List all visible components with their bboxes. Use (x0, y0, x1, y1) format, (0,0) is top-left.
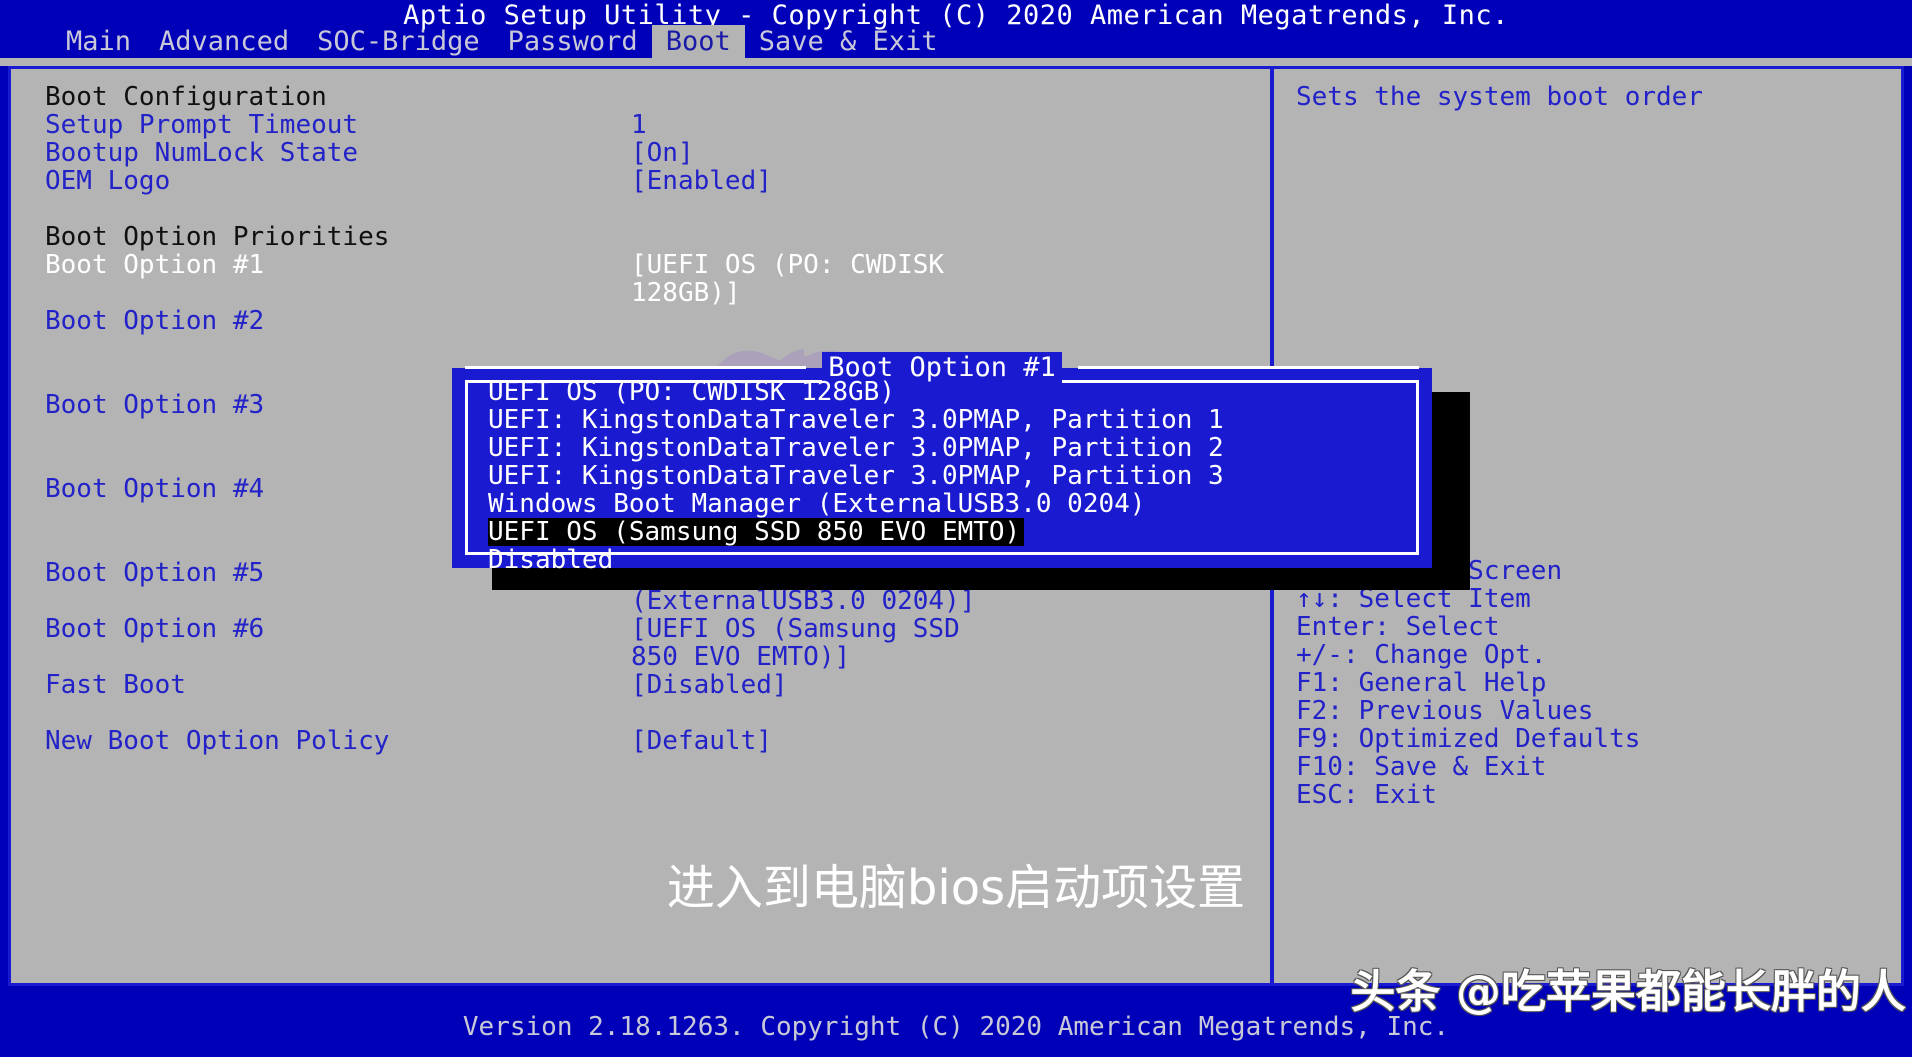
menu-bar: Main Advanced SOC-Bridge Password Boot Save &… (0, 25, 1912, 59)
help-key-line: ESC: Exit (1296, 780, 1437, 810)
boot-option-row[interactable]: Windows Boot Manager (ExternalUSB3.0 020… (488, 490, 1418, 518)
boot-option-row[interactable]: UEFI OS (Samsung SSD 850 EVO EMTO) (488, 518, 1418, 546)
help-key-line: F10: Save & Exit (1296, 752, 1547, 782)
help-key-line: F2: Previous Values (1296, 696, 1594, 726)
row-spacer (45, 195, 1270, 223)
setting-row[interactable]: Setup Prompt Timeout 1 (45, 111, 1270, 139)
setting-value: 850 EVO EMTO)] (631, 642, 851, 672)
setting-value: [On] (631, 138, 694, 168)
channel-watermark: 头条 @吃苹果都能长胖的人 (1350, 965, 1906, 1018)
setting-value: [Enabled] (631, 166, 772, 196)
setting-value: [Default] (631, 726, 772, 756)
video-subtitle: 进入到电脑bios启动项设置 (666, 860, 1246, 916)
boot-option-row[interactable]: UEFI: KingstonDataTraveler 3.0PMAP, Part… (488, 462, 1418, 490)
setting-label: Setup Prompt Timeout (45, 110, 359, 140)
setting-label: Boot Option #5 (45, 558, 265, 588)
setting-label: New Boot Option Policy (45, 726, 390, 756)
setting-row[interactable]: Boot Option #6 [UEFI OS (Samsung SSD (45, 615, 1270, 643)
setting-label: Boot Option #6 (45, 614, 265, 644)
menu-tab-password[interactable]: Password (494, 25, 652, 59)
menu-tab-main[interactable]: Main (52, 25, 145, 59)
boot-option-item[interactable]: UEFI OS (PO: CWDISK 128GB) (488, 378, 899, 406)
setting-value: [UEFI OS (Samsung SSD (631, 614, 960, 644)
help-key-line: F1: General Help (1296, 668, 1547, 698)
boot-option-item[interactable]: Disabled (488, 546, 617, 574)
setting-value: [Disabled] (631, 670, 788, 700)
boot-option-row[interactable]: Disabled (488, 546, 1418, 574)
boot-option-row[interactable]: UEFI OS (PO: CWDISK 128GB) (488, 378, 1418, 406)
menu-tab-advanced[interactable]: Advanced (145, 25, 303, 59)
boot-option-item[interactable]: Windows Boot Manager (ExternalUSB3.0 020… (488, 490, 1149, 518)
setting-label: Boot Option #3 (45, 390, 265, 420)
setting-row[interactable]: 850 EVO EMTO)] (45, 643, 1270, 671)
menu-tab-boot[interactable]: Boot (651, 25, 745, 59)
setting-label: Fast Boot (45, 670, 186, 700)
setting-value: (ExternalUSB3.0 0204)] (631, 586, 976, 616)
setting-label: Boot Option #2 (45, 306, 265, 336)
setting-row[interactable]: Boot Option #1 [UEFI OS (PO: CWDISK (45, 251, 1270, 279)
menu-tab-soc-bridge[interactable]: SOC-Bridge (303, 25, 494, 59)
help-key-line: +/-: Change Opt. (1296, 640, 1547, 670)
boot-option-item-selected[interactable]: UEFI OS (Samsung SSD 850 EVO EMTO) (488, 518, 1025, 546)
row-spacer (45, 335, 1270, 363)
setting-value: 128GB)] (631, 278, 741, 308)
setting-label: Boot Option #4 (45, 474, 265, 504)
help-key-list: →←: Select Screen↑↓: Select ItemEnter: S… (1296, 557, 1640, 809)
footer-version-text: Version 2.18.1263. Copyright (C) 2020 Am… (462, 1012, 1450, 1042)
setting-row[interactable]: Fast Boot [Disabled] (45, 671, 1270, 699)
boot-option-item[interactable]: UEFI: KingstonDataTraveler 3.0PMAP, Part… (488, 462, 1228, 490)
help-description: Sets the system boot order (1296, 82, 1703, 112)
setting-row[interactable]: New Boot Option Policy [Default] (45, 727, 1270, 755)
section-heading: Boot Configuration (45, 83, 1270, 111)
setting-row: 128GB)] (45, 279, 1270, 307)
help-key-line: F9: Optimized Defaults (1296, 724, 1641, 754)
setting-value: 1 (631, 110, 647, 140)
setting-label: Boot Option #1 (45, 250, 265, 280)
setting-label: Boot Configuration (45, 82, 327, 112)
setting-row[interactable]: OEM Logo [Enabled] (45, 167, 1270, 195)
menu-tab-save-exit[interactable]: Save & Exit (745, 25, 952, 59)
boot-option-list[interactable]: UEFI OS (PO: CWDISK 128GB) UEFI: Kingston… (488, 378, 1418, 574)
boot-option-row[interactable]: UEFI: KingstonDataTraveler 3.0PMAP, Part… (488, 406, 1418, 434)
boot-option-item[interactable]: UEFI: KingstonDataTraveler 3.0PMAP, Part… (488, 406, 1228, 434)
setting-row[interactable]: Boot Option #2 (45, 307, 1270, 335)
help-key-line: Enter: Select (1296, 612, 1500, 642)
bios-setup-screen: Aptio Setup Utility - Copyright (C) 2020… (0, 0, 1912, 1057)
setting-label: Bootup NumLock State (45, 138, 359, 168)
boot-option-item[interactable]: UEFI: KingstonDataTraveler 3.0PMAP, Part… (488, 434, 1228, 462)
row-spacer (45, 699, 1270, 727)
setting-value: [UEFI OS (PO: CWDISK (631, 250, 945, 280)
menu-underline (0, 58, 1912, 66)
setting-row[interactable]: Bootup NumLock State [On] (45, 139, 1270, 167)
boot-option-row[interactable]: UEFI: KingstonDataTraveler 3.0PMAP, Part… (488, 434, 1418, 462)
setting-label: Boot Option Priorities (45, 222, 390, 252)
setting-label: OEM Logo (45, 166, 171, 196)
setting-row[interactable]: (ExternalUSB3.0 0204)] (45, 587, 1270, 615)
section-heading: Boot Option Priorities (45, 223, 1270, 251)
